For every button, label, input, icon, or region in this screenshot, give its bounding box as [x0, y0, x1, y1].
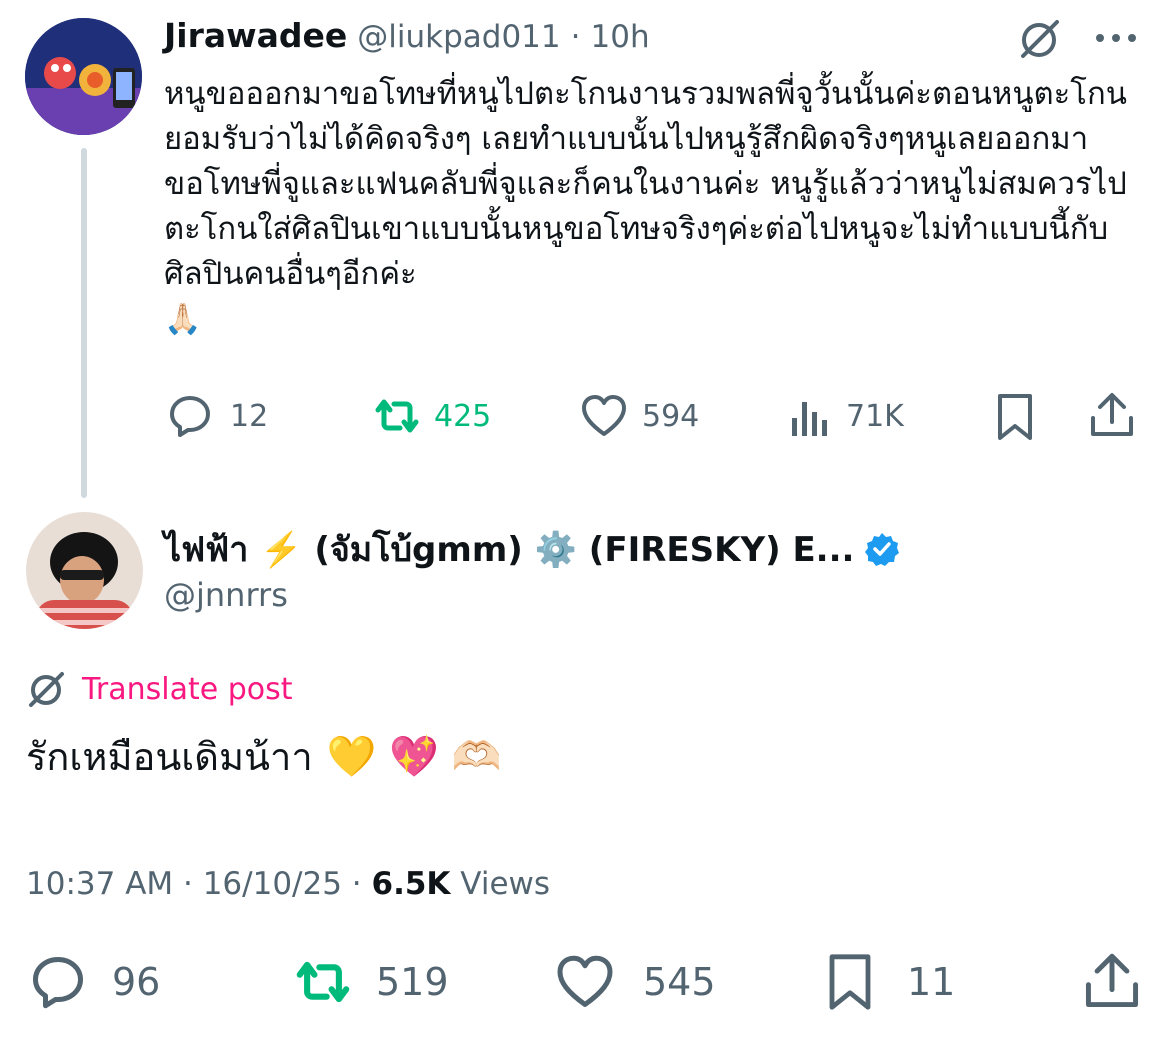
bookmark-icon: [998, 394, 1032, 440]
like-button[interactable]: 594: [580, 392, 699, 440]
reply-count: 12: [230, 398, 269, 434]
reply-icon: [170, 396, 210, 437]
grok-icon[interactable]: [1017, 16, 1063, 62]
post-views-count: 6.5K: [371, 866, 451, 902]
main-body: รักเหมือนเดิมน้าา 💛 💖 🫶🏻: [26, 726, 502, 787]
main-author-handle[interactable]: @jnnrrs: [164, 576, 288, 614]
main-like-count: 545: [643, 960, 716, 1004]
translate-icon: [29, 672, 64, 707]
post-timestamp-row: 10:37 AM · 16/10/25 · 6.5K Views: [26, 866, 550, 902]
main-reply-button[interactable]: 96: [28, 952, 160, 1012]
like-icon: [582, 395, 626, 436]
main-bookmark-button[interactable]: 11: [823, 952, 955, 1012]
thread-connector-line: [81, 148, 87, 498]
main-body-emojis: 💛 💖 🫶🏻: [326, 734, 502, 780]
views-button[interactable]: 71K: [788, 392, 904, 440]
like-icon: [557, 955, 613, 1007]
repost-icon: [296, 961, 350, 1003]
avatar-image: [26, 512, 143, 629]
translate-post-label: Translate post: [82, 671, 293, 707]
avatar-jirawadee[interactable]: [25, 18, 142, 135]
translate-post-link[interactable]: Translate post: [26, 668, 293, 710]
views-icon: [792, 402, 827, 436]
main-reply-count: 96: [112, 960, 161, 1004]
main-author-row: ไฟฟ้า ⚡️ (จัมโบ้gmm) ⚙️ (FIRESKY) E...: [164, 522, 900, 576]
bookmark-button[interactable]: [993, 392, 1037, 446]
share-icon: [1085, 953, 1139, 1008]
post-timestamp[interactable]: 10:37 AM · 16/10/25 ·: [26, 866, 372, 902]
avatar-image: [25, 18, 142, 135]
main-like-button[interactable]: 545: [555, 952, 716, 1012]
reply-body-emoji: 🙏🏻: [164, 302, 202, 337]
repost-icon: [375, 399, 419, 433]
reply-separator: ·: [570, 19, 581, 55]
reply-body: หนูขอออกมาขอโทษที่หนูไปตะโกนงานรวมพลพี่จ…: [164, 72, 1134, 342]
views-count: 71K: [846, 398, 904, 434]
main-author-name[interactable]: ไฟฟ้า ⚡️ (จัมโบ้gmm) ⚙️ (FIRESKY) E...: [164, 522, 854, 576]
repost-button[interactable]: 425: [370, 392, 491, 440]
main-bookmark-count: 11: [907, 960, 956, 1004]
repost-count: 425: [434, 398, 492, 434]
main-body-text: รักเหมือนเดิมน้าา: [26, 735, 313, 779]
main-share-button[interactable]: [1082, 950, 1142, 1016]
bookmark-icon: [829, 954, 871, 1010]
reply-time[interactable]: 10h: [591, 19, 650, 55]
avatar-jnnrrs[interactable]: [26, 512, 143, 629]
post-views-label: Views: [450, 866, 551, 902]
main-repost-button[interactable]: 519: [290, 952, 449, 1012]
reply-body-text: หนูขอออกมาขอโทษที่หนูไปตะโกนงานรวมพลพี่จ…: [164, 76, 1127, 292]
reply-author-name[interactable]: Jirawadee: [164, 16, 347, 55]
reply-header: Jirawadee @liukpad011 · 10h: [164, 16, 650, 55]
reply-icon: [33, 957, 83, 1009]
more-icon[interactable]: [1094, 30, 1138, 46]
share-icon: [1091, 393, 1133, 436]
reply-author-handle[interactable]: @liukpad011: [357, 19, 560, 55]
main-repost-count: 519: [376, 960, 449, 1004]
verified-badge-icon: [865, 533, 900, 566]
share-button[interactable]: [1088, 390, 1136, 444]
like-count: 594: [642, 398, 700, 434]
reply-button[interactable]: 12: [166, 392, 268, 440]
